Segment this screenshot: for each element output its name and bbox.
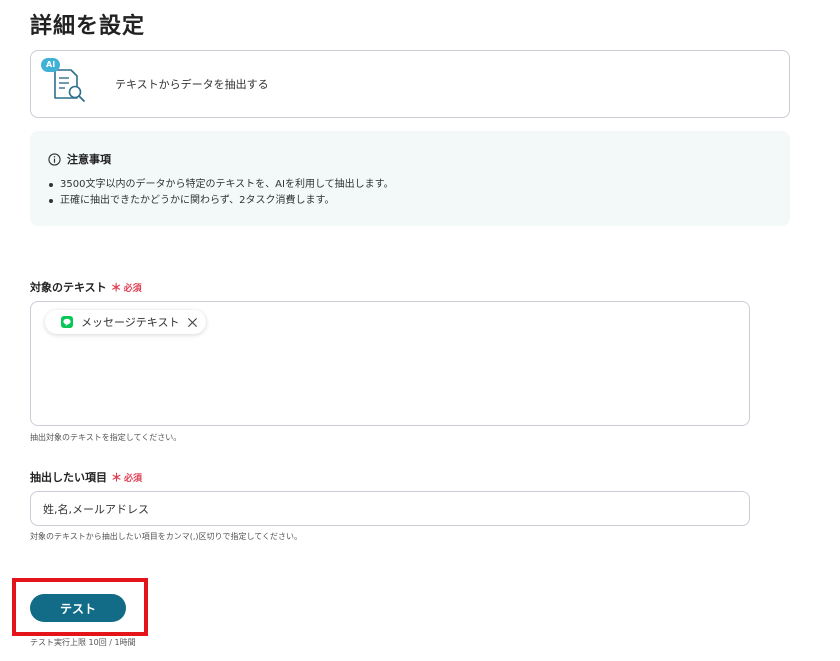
required-text: 必須 [124,473,143,484]
extract-items-label: 抽出したい項目 ＊ 必須 [30,469,142,485]
document-search-icon: AI [41,58,93,104]
extract-items-label-text: 抽出したい項目 [30,471,107,484]
notice-item: 3500文字以内のデータから特定のテキストを、AIを利用して抽出します。 [48,177,770,193]
message-text-chip[interactable]: メッセージテキスト [45,310,207,334]
notice-list: 3500文字以内のデータから特定のテキストを、AIを利用して抽出します。 正確に… [48,177,770,209]
action-label: テキストからデータを抽出する [115,78,269,91]
test-button[interactable]: テスト [30,594,126,622]
page-title: 詳細を設定 [30,14,146,39]
target-text-label: 対象のテキスト ＊ 必須 [30,279,142,295]
target-text-label-text: 対象のテキスト [30,281,107,294]
notice-item: 正確に抽出できたかどうかに関わらず、2タスク消費します。 [48,193,770,209]
ai-badge: AI [41,58,61,72]
extract-items-help: 対象のテキストから抽出したい項目をカンマ(,)区切りで指定してください。 [30,532,303,541]
info-icon [48,152,61,166]
notice-heading: 注意事項 [48,151,770,167]
line-app-icon [61,316,73,328]
notice-heading-text: 注意事項 [67,153,111,166]
chip-label: メッセージテキスト [81,316,180,329]
test-limit-text: テスト実行上限 10回 / 1時間 [30,638,136,647]
notice-panel: 注意事項 3500文字以内のデータから特定のテキストを、AIを利用して抽出します… [30,131,790,226]
target-text-help: 抽出対象のテキストを指定してください。 [30,433,182,442]
close-icon[interactable] [187,317,198,328]
required-mark: ＊ [111,471,122,484]
target-text-field[interactable]: メッセージテキスト [30,301,750,426]
required-mark: ＊ [110,281,122,294]
extract-items-input[interactable]: 姓,名,メールアドレス [30,491,750,526]
action-card[interactable]: AI テキストからデータを抽出する [30,50,790,118]
required-text: 必須 [123,283,142,294]
